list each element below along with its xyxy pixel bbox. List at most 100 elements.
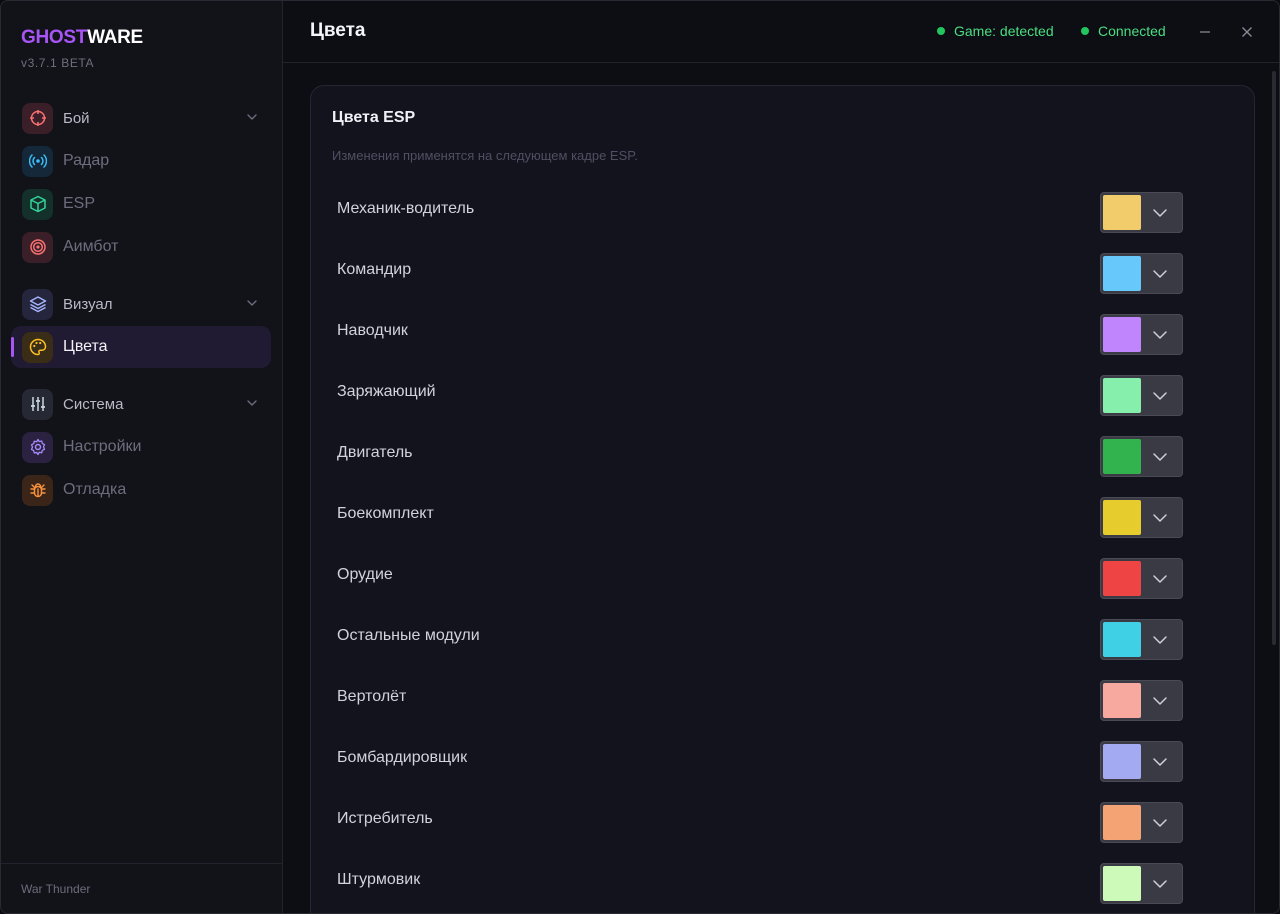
color-picker-button[interactable] [1100, 253, 1183, 294]
card-subtitle: Изменения применятся на следующем кадре … [332, 148, 638, 163]
color-picker-button[interactable] [1100, 436, 1183, 477]
color-picker-button[interactable] [1100, 497, 1183, 538]
sidebar-item-label: Радар [63, 152, 110, 169]
nav-group-gap [11, 269, 271, 283]
card-title: Цвета ESP [332, 109, 416, 126]
minimize-icon [1200, 31, 1210, 33]
color-row: Остальные модули [311, 608, 1254, 669]
color-row-label: Штурмовик [337, 871, 421, 888]
bug-icon [29, 483, 46, 498]
sidebar-item-label: Цвета [63, 338, 108, 355]
sidebar-item-0-2[interactable]: Аимбот [11, 226, 271, 268]
color-picker-button[interactable] [1100, 863, 1183, 904]
page-title: Цвета [310, 20, 366, 41]
color-picker-button[interactable] [1100, 375, 1183, 416]
status-dot-icon [937, 27, 945, 35]
color-swatch [1103, 317, 1141, 352]
connection-status: Connected [1081, 23, 1166, 39]
sidebar-item-0-0[interactable]: Радар [11, 140, 271, 182]
color-picker-button[interactable] [1100, 741, 1183, 782]
logo-part-ghost: GHOST [21, 27, 88, 48]
close-icon [1242, 27, 1252, 37]
sidebar-item-icon [22, 474, 53, 506]
nav-group-2[interactable]: Система [11, 383, 271, 425]
chevron-down-icon [1153, 209, 1167, 217]
color-rows: Механик-водитель Командир Наводчик Заряж… [311, 181, 1254, 913]
close-button[interactable] [1234, 19, 1260, 45]
sidebar-item-label: Аимбот [63, 238, 119, 255]
chevron-down-icon [1153, 697, 1167, 705]
chevron-down-icon [247, 114, 257, 120]
chevron-down-icon [1153, 636, 1167, 644]
color-row: Заряжающий [311, 364, 1254, 425]
minimize-button[interactable] [1192, 19, 1218, 45]
color-row: Бомбардировщик [311, 730, 1254, 791]
nav-group-icon [22, 388, 53, 420]
nav-group-icon [22, 102, 53, 134]
chevron-down-icon [247, 400, 257, 406]
color-swatch [1103, 805, 1141, 840]
palette-icon [29, 338, 46, 356]
sidebar-item-icon [22, 188, 53, 220]
color-picker-button[interactable] [1100, 680, 1183, 721]
color-swatch [1103, 866, 1141, 901]
top-bar: Цвета Game: detected Connected [283, 1, 1279, 63]
sidebar-item-icon [22, 431, 53, 463]
color-picker-button[interactable] [1100, 802, 1183, 843]
chevron-down-icon [1153, 331, 1167, 339]
color-row-label: Наводчик [337, 322, 408, 339]
chevron-down-icon [1153, 819, 1167, 827]
color-swatch [1103, 439, 1141, 474]
sidebar-item-label: ESP [63, 195, 96, 212]
color-row: Истребитель [311, 791, 1254, 852]
color-swatch [1103, 195, 1141, 230]
nav-group-0[interactable]: Бой [11, 97, 271, 139]
connection-status-label: Connected [1098, 23, 1166, 39]
sidebar-item-0-1[interactable]: ESP [11, 183, 271, 225]
esp-colors-card: Цвета ESP Изменения применятся на следую… [310, 85, 1255, 913]
radar-icon [28, 154, 47, 168]
color-row-label: Вертолёт [337, 688, 407, 705]
chevron-down-icon [1153, 270, 1167, 278]
game-status-label: Game: detected [954, 23, 1054, 39]
color-row: Наводчик [311, 303, 1254, 364]
color-row-label: Истребитель [337, 810, 433, 827]
color-swatch [1103, 622, 1141, 657]
color-swatch [1103, 378, 1141, 413]
color-picker-button[interactable] [1100, 314, 1183, 355]
sidebar-item-1-0[interactable]: Цвета [11, 326, 271, 368]
sidebar-item-icon [22, 231, 53, 263]
chevron-down-icon [1153, 392, 1167, 400]
color-swatch [1103, 500, 1141, 535]
sidebar-nav: Бой Радар ESP Аимбот Визуал Цвета Систем… [11, 97, 271, 512]
color-row: Орудие [311, 547, 1254, 608]
color-row-label: Командир [337, 261, 412, 278]
color-row: Механик-водитель [311, 181, 1254, 242]
target-icon [29, 239, 46, 255]
color-swatch [1103, 561, 1141, 596]
scrollbar[interactable] [1272, 71, 1276, 645]
sidebar-item-2-0[interactable]: Настройки [11, 426, 271, 468]
nav-group-1[interactable]: Визуал [11, 283, 271, 325]
color-swatch [1103, 744, 1141, 779]
sliders-icon [30, 397, 45, 411]
app-version: v3.7.1 BETA [21, 56, 95, 70]
color-picker-button[interactable] [1100, 192, 1183, 233]
sidebar: GHOSTWARE v3.7.1 BETA Бой Радар ESP Аимб… [1, 1, 283, 913]
app-window: GHOSTWARE v3.7.1 BETA Бой Радар ESP Аимб… [0, 0, 1280, 914]
color-swatch [1103, 256, 1141, 291]
color-row: Двигатель [311, 425, 1254, 486]
color-picker-button[interactable] [1100, 558, 1183, 599]
color-row: Штурмовик [311, 852, 1254, 913]
game-status: Game: detected [937, 23, 1054, 39]
nav-group-gap [11, 369, 271, 383]
color-row-label: Двигатель [337, 444, 413, 461]
crosshair-icon [29, 110, 46, 126]
color-row: Боекомплект [311, 486, 1254, 547]
nav-group-label: Система [63, 395, 124, 413]
color-row-label: Бомбардировщик [337, 749, 468, 766]
layers-icon [29, 296, 46, 313]
sidebar-item-label: Отладка [63, 481, 127, 498]
color-picker-button[interactable] [1100, 619, 1183, 660]
sidebar-item-2-1[interactable]: Отладка [11, 469, 271, 511]
